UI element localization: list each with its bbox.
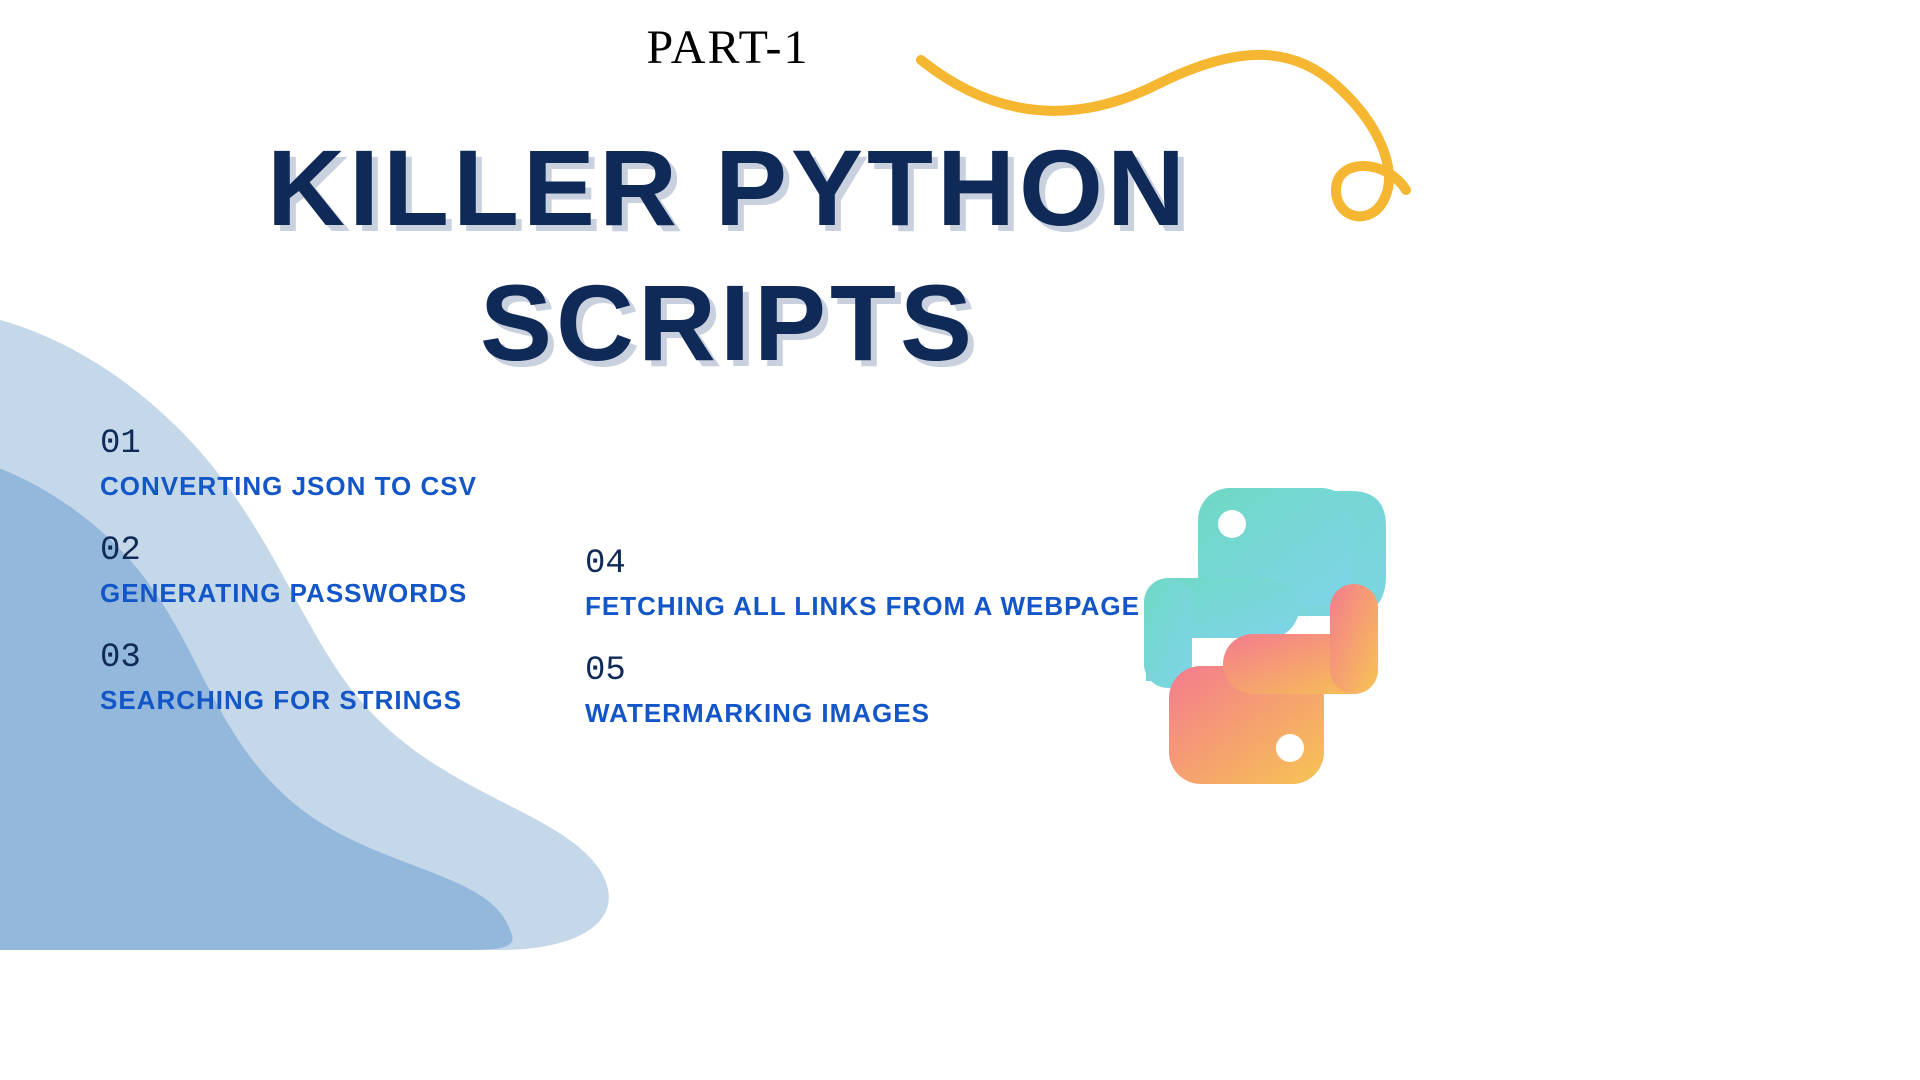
item-label: WATERMARKING IMAGES xyxy=(585,698,1140,729)
list-item: 05 WATERMARKING IMAGES xyxy=(585,652,1140,729)
item-number: 01 xyxy=(100,425,477,463)
subtitle: PART-1 xyxy=(0,20,1456,75)
item-label: CONVERTING JSON TO CSV xyxy=(100,471,477,502)
list-right-column: 04 FETCHING ALL LINKS FROM A WEBPAGE 05 … xyxy=(585,545,1140,759)
item-number: 03 xyxy=(100,639,477,677)
item-label: SEARCHING FOR STRINGS xyxy=(100,685,477,716)
item-label: FETCHING ALL LINKS FROM A WEBPAGE xyxy=(585,591,1140,622)
slide-canvas: PART-1 KILLER PYTHON SCRIPTS 01 CONVERTI… xyxy=(0,0,1456,816)
title-line-2: SCRIPTS xyxy=(0,255,1456,390)
main-title: KILLER PYTHON SCRIPTS xyxy=(0,120,1456,390)
item-number: 02 xyxy=(100,532,477,570)
title-line-1: KILLER PYTHON xyxy=(0,120,1456,255)
list-item: 03 SEARCHING FOR STRINGS xyxy=(100,639,477,716)
list-item: 01 CONVERTING JSON TO CSV xyxy=(100,425,477,502)
list-item: 02 GENERATING PASSWORDS xyxy=(100,532,477,609)
item-label: GENERATING PASSWORDS xyxy=(100,578,477,609)
item-number: 05 xyxy=(585,652,1140,690)
list-left-column: 01 CONVERTING JSON TO CSV 02 GENERATING … xyxy=(100,425,477,746)
item-number: 04 xyxy=(585,545,1140,583)
python-logo-icon xyxy=(1116,486,1406,786)
list-item: 04 FETCHING ALL LINKS FROM A WEBPAGE xyxy=(585,545,1140,622)
